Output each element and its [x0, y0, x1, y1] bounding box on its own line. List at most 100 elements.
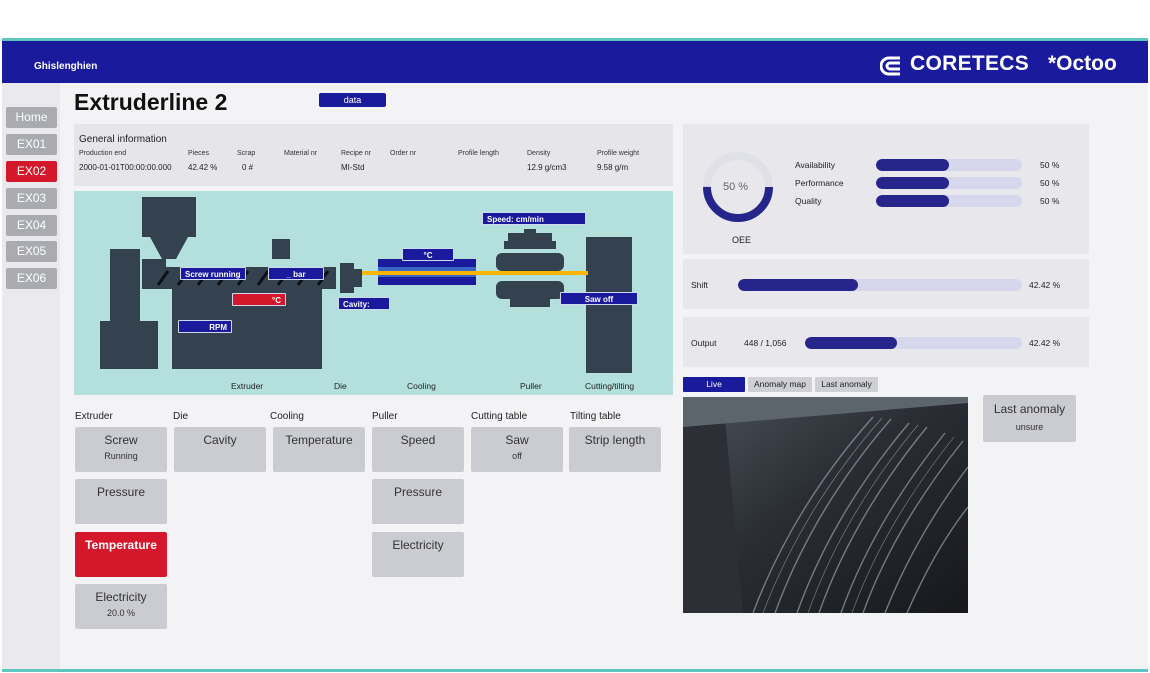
tile-name: Temperature [285, 433, 353, 447]
nav-home[interactable]: Home [6, 107, 57, 128]
tile-extruder-pressure[interactable]: Pressure [75, 479, 167, 524]
puller-label: Puller [520, 381, 542, 391]
tile-name: Strip length [584, 433, 646, 447]
die-label: Die [334, 381, 347, 391]
density-label: Density [527, 150, 551, 157]
app-frame: Ghislenghien CORETECS *Octoo Home EX01 E… [2, 38, 1148, 672]
tile-saw[interactable]: Saw off [471, 427, 563, 472]
camera-image [683, 397, 968, 613]
tab-last-anomaly[interactable]: Last anomaly [815, 377, 878, 392]
output-value: 42.42 % [1029, 338, 1061, 348]
pressure-bar-tag: _ bar [268, 267, 324, 280]
section-tilting-table: Tilting table [570, 411, 621, 422]
performance-bar [876, 177, 1022, 189]
cutting-tilting-label: Cutting/tilting [585, 381, 635, 391]
performance-value: 50 % [1040, 178, 1060, 188]
availability-value: 50 % [1040, 160, 1060, 170]
density-value: 12.9 g/cm3 [527, 163, 567, 172]
section-extruder: Extruder [75, 411, 113, 422]
puller-speed-tag: Speed: cm/min [482, 212, 586, 225]
scrap-label: Scrap [237, 150, 256, 157]
tile-name: Electricity [392, 538, 444, 552]
material-nr-label: Material nr [284, 150, 318, 157]
availability-label: Availability [795, 160, 836, 170]
shift-panel: Shift 42.42 % [683, 259, 1089, 309]
quality-value: 50 % [1040, 196, 1060, 206]
nav-ex03[interactable]: EX03 [6, 188, 57, 209]
nav-ex02[interactable]: EX02 [6, 161, 57, 182]
saw-status-tag: Saw off [560, 292, 638, 305]
oee-panel: 50 % OEE Availability 50 % Performance 5… [683, 124, 1089, 254]
general-info-panel: General information Production end 2000-… [74, 124, 673, 186]
performance-label: Performance [795, 178, 844, 188]
tile-strip-length[interactable]: Strip length [569, 427, 661, 472]
nav-ex01[interactable]: EX01 [6, 134, 57, 155]
profile-length-label: Profile length [458, 150, 499, 157]
tab-anomaly-map[interactable]: Anomaly map [748, 377, 812, 392]
order-nr-label: Order nr [390, 150, 417, 157]
recipe-nr-value: MI-Std [341, 163, 365, 172]
process-diagram: Screw running _ bar °C RPM Cavity: °C Sp… [74, 191, 673, 395]
tile-name: Cavity [203, 433, 237, 447]
top-bar: Ghislenghien CORETECS *Octoo [2, 41, 1148, 83]
tile-extruder-temperature[interactable]: Temperature [75, 532, 167, 577]
section-puller: Puller [372, 411, 398, 422]
tile-cavity[interactable]: Cavity [174, 427, 266, 472]
shift-bar [738, 279, 1022, 291]
profile-weight-value: 9.58 g/m [597, 163, 629, 172]
live-camera-feed [683, 397, 968, 613]
nav-ex04[interactable]: EX04 [6, 215, 57, 236]
tile-name: Screw [104, 433, 138, 447]
quality-bar [876, 195, 1022, 207]
availability-bar [876, 159, 1022, 171]
section-die: Die [173, 411, 189, 422]
extruder-label: Extruder [231, 381, 264, 391]
tile-cooling-temperature[interactable]: Temperature [273, 427, 365, 472]
tile-puller-pressure[interactable]: Pressure [372, 479, 464, 524]
tile-value: 20.0 % [106, 608, 136, 618]
tile-screw[interactable]: Screw Running [75, 427, 167, 472]
profile-weight-label: Profile weight [597, 150, 640, 157]
tile-extruder-electricity[interactable]: Electricity 20.0 % [75, 584, 167, 629]
pieces-value: 42.42 % [188, 163, 218, 172]
tile-value: off [512, 451, 522, 461]
recipe-nr-label: Recipe nr [341, 150, 371, 157]
oee-gauge-value: 50 % [723, 181, 749, 193]
tile-name: Temperature [85, 538, 157, 552]
quality-label: Quality [795, 196, 822, 206]
tab-live[interactable]: Live [683, 377, 745, 392]
rpm-tag: RPM [178, 320, 232, 333]
pieces-label: Pieces [188, 150, 210, 157]
section-cooling: Cooling [270, 411, 304, 422]
tile-name: Speed [400, 433, 436, 447]
last-anomaly-value: unsure [1015, 422, 1044, 432]
shift-value: 42.42 % [1029, 280, 1061, 290]
output-count: 448 / 1,056 [744, 338, 787, 348]
cavity-tag: Cavity: [338, 297, 390, 310]
oee-label: OEE [732, 235, 752, 245]
page-title: Extruderline 2 [74, 89, 228, 115]
last-anomaly-tile[interactable]: Last anomaly unsure [983, 395, 1076, 442]
tile-name: Saw [505, 433, 529, 447]
brand-octoo: *Octoo [1048, 52, 1117, 75]
output-bar [805, 337, 1022, 349]
site-name: Ghislenghien [34, 61, 98, 72]
scrap-value: 0 # [242, 163, 254, 172]
nav-ex05[interactable]: EX05 [6, 241, 57, 262]
cooling-temp-tag: °C [402, 248, 454, 261]
general-info-title: General information [79, 134, 167, 145]
cooling-label: Cooling [407, 381, 436, 391]
shift-label: Shift [691, 280, 709, 290]
extruder-temp-tag: °C [232, 293, 286, 306]
tile-value: Running [104, 451, 138, 461]
section-cutting-table: Cutting table [471, 411, 528, 422]
data-button[interactable]: data [319, 93, 386, 107]
left-nav: Home EX01 EX02 EX03 EX04 EX05 EX06 [2, 83, 60, 669]
production-end-label: Production end [79, 150, 127, 157]
tile-puller-speed[interactable]: Speed [372, 427, 464, 472]
tile-puller-electricity[interactable]: Electricity [372, 532, 464, 577]
tile-name: Pressure [96, 485, 146, 499]
last-anomaly-title: Last anomaly [993, 402, 1066, 416]
nav-ex06[interactable]: EX06 [6, 268, 57, 289]
brand-coretecs: CORETECS [910, 52, 1030, 75]
